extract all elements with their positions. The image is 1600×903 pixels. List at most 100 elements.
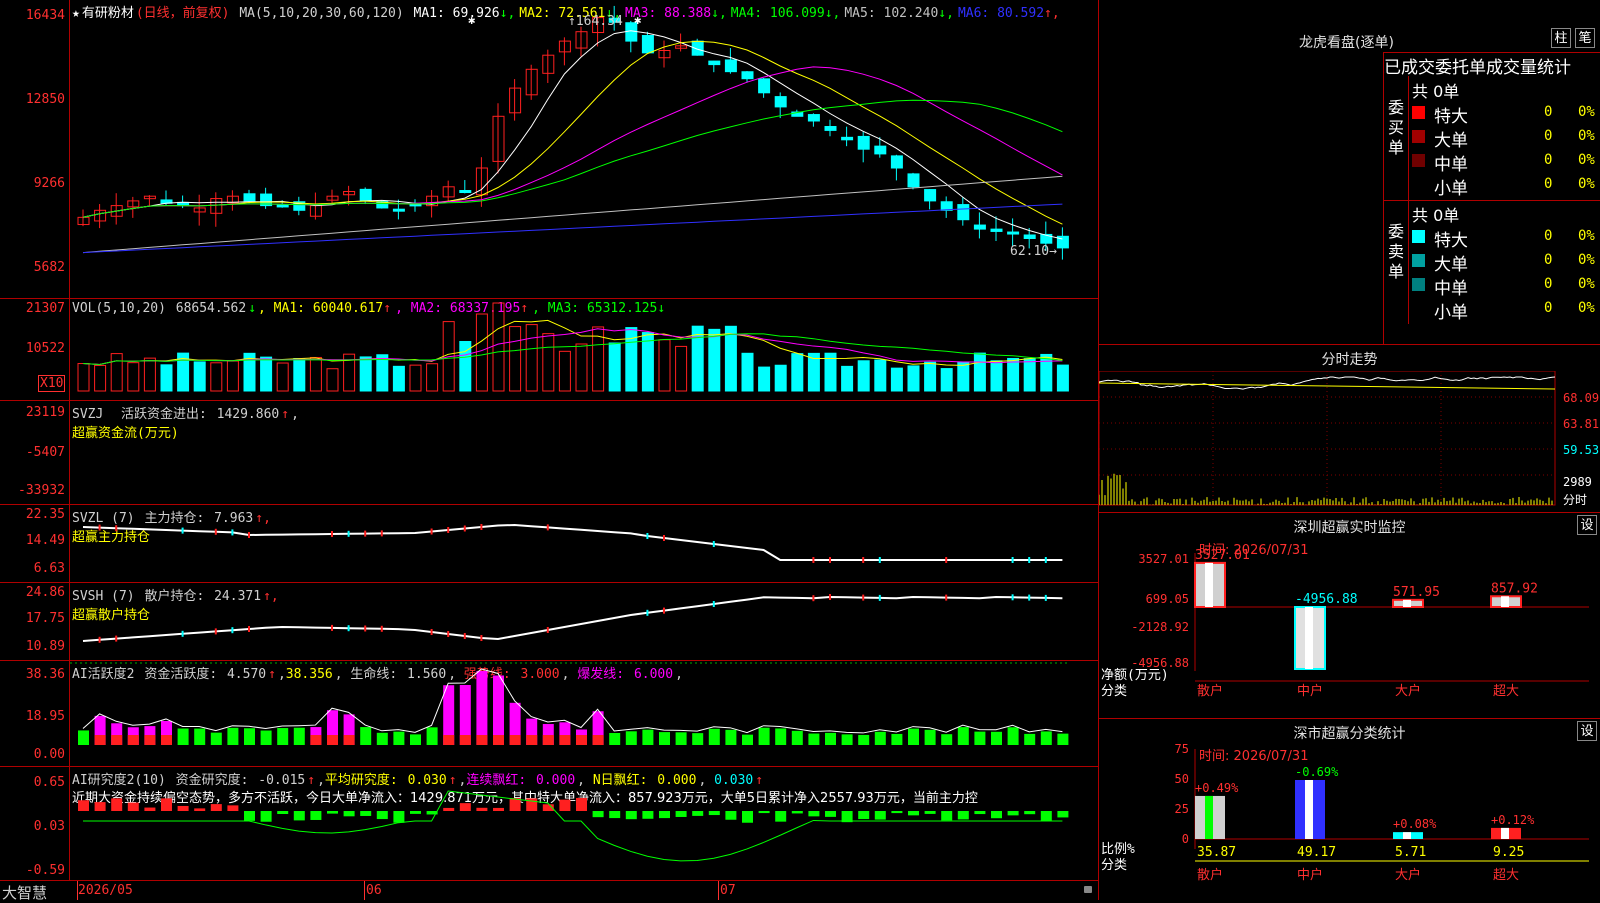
activity-base	[327, 735, 338, 745]
svsh-chart	[82, 594, 1063, 643]
ai-research-chart	[78, 790, 1069, 862]
activity-base	[310, 735, 322, 745]
flow-bar	[312, 445, 318, 451]
activity-bar	[991, 731, 1002, 745]
svzl-tick-label: 22.35	[25, 507, 65, 522]
flow-bar	[345, 445, 351, 448]
low-price-label: 62.10→	[1010, 244, 1057, 259]
candle	[558, 40, 571, 53]
svzj-chart	[80, 420, 1065, 491]
sell-color-swatch	[1412, 302, 1425, 315]
class-tick-label: 25	[1175, 802, 1189, 816]
flow-bar	[412, 445, 417, 454]
holding-tick	[546, 627, 549, 633]
candle	[359, 188, 372, 202]
activity-line	[82, 668, 1063, 734]
svzj-panel[interactable]: 23119 -5407 -33932 SVZJ 活跃资金进出: 1429.860…	[0, 400, 1098, 504]
lock-icon[interactable]	[1084, 886, 1092, 893]
volume-panel[interactable]: 21307 10522 X10 VOL(5,10,20) 68654.562 ↓,…	[0, 298, 1098, 400]
holding-tick	[862, 594, 865, 601]
research-bar	[874, 811, 886, 820]
holding-tick	[331, 624, 333, 631]
activity-base	[542, 735, 554, 745]
holding-tick	[546, 524, 549, 531]
holding-tick	[380, 625, 383, 632]
volume-ma-line	[82, 319, 1063, 366]
holding-line	[82, 523, 1063, 561]
holding-tick	[878, 594, 881, 601]
activity-bar	[841, 734, 853, 745]
flow-bar	[1042, 445, 1048, 448]
activity-bar	[775, 728, 787, 745]
sz-class-panel[interactable]: 深市超赢分类统计 设 时间: 2026/07/31 75 50 25 0 比例% 分类 +0…	[1098, 718, 1600, 900]
tick-mode-button[interactable]: 笔	[1575, 28, 1595, 48]
sell-color-swatch	[1412, 278, 1425, 291]
activity-bar	[376, 732, 388, 745]
activity-bar	[708, 728, 720, 745]
monitor-bar-highlight	[1501, 596, 1509, 607]
activity-bar	[924, 729, 936, 745]
activity-bar	[825, 732, 836, 745]
bar-mode-button[interactable]: 柱	[1551, 28, 1571, 48]
holding-tick	[463, 525, 466, 532]
volume-bar	[608, 342, 621, 392]
research-bar	[924, 811, 936, 814]
svzl-chart	[82, 523, 1063, 563]
svsh-panel[interactable]: 24.86 17.75 10.89 SVSH (7) 散户持仓: 24.371 ↑…	[0, 582, 1098, 660]
sell-row-qty: 0	[1544, 252, 1553, 268]
flow-bar	[744, 445, 749, 453]
research-bar	[410, 811, 421, 814]
svzl-panel[interactable]: 22.35 14.49 6.63 SVZL (7) 主力持仓: 7.963 ↑, 超…	[0, 504, 1098, 582]
volume-chart	[77, 302, 1069, 392]
sz-monitor-chart: 3527.01 699.05 -2128.92 -4956.88 净额(万元)分类 352…	[1101, 548, 1589, 699]
ma-line-5	[82, 175, 1063, 254]
research-bar	[194, 808, 206, 811]
research-bar	[144, 807, 156, 811]
kline-panel[interactable]: 16434 12850 9266 5682 ★ 有研粉材 (日线，前复权) MA(5…	[0, 0, 1098, 298]
flow-bar	[760, 445, 766, 447]
research-bar	[576, 797, 587, 811]
volume-bar	[127, 362, 140, 392]
monitor-value-label: 571.95	[1393, 585, 1440, 600]
activity-base	[559, 735, 571, 745]
class-category-label: 大户	[1395, 867, 1421, 883]
candle	[708, 60, 721, 66]
candle	[940, 201, 953, 211]
buy-row-qty: 0	[1544, 128, 1553, 144]
sz-monitor-panel[interactable]: 深圳超赢实时监控 设 时间: 2026/07/31 3527.01 699.05-…	[1098, 512, 1600, 718]
monitor-tick-label: 699.05	[1146, 592, 1189, 606]
research-bar	[360, 811, 372, 816]
activity-bar	[725, 729, 737, 745]
ai-research-panel[interactable]: 0.65 0.03 -0.59 AI研究度2(10) 资金研究度: -0.015…	[0, 766, 1098, 880]
flow-bar	[926, 445, 932, 456]
volume-axis: 21307 10522 X10	[0, 299, 70, 400]
flow-bar	[661, 441, 666, 445]
activity-bar	[78, 730, 89, 745]
marker-icon: ✱	[634, 13, 641, 27]
research-bar	[78, 800, 89, 811]
volume-bar	[758, 366, 771, 392]
activity-base	[576, 735, 587, 745]
holding-tick	[663, 535, 665, 541]
volume-ma-line	[82, 333, 1063, 365]
price-axis: 16434 12850 9266 5682	[0, 0, 70, 298]
research-bar	[675, 811, 687, 817]
volume-bar	[143, 357, 156, 392]
candle	[1023, 234, 1036, 240]
research-bar	[327, 811, 338, 814]
research-bar	[908, 811, 919, 816]
ma-line-6	[82, 203, 1063, 254]
minute-panel[interactable]: 分时走势 68.09 63.81 59.53 2989 分时	[1098, 344, 1600, 512]
research-bar	[493, 807, 504, 811]
research-bar	[476, 807, 488, 811]
volume-bar	[874, 359, 887, 392]
buy-row-pct: 0%	[1578, 104, 1595, 120]
holding-tick	[447, 631, 450, 637]
volume-bar	[326, 368, 339, 392]
minute-price-label: 68.09	[1563, 391, 1600, 405]
holding-tick	[98, 524, 101, 531]
buy-row-label: 小单	[1434, 179, 1468, 199]
ai-active-panel[interactable]: 38.36 18.95 0.00 AI活跃度2 资金活跃度: 4.570 ↑ ,38…	[0, 660, 1098, 766]
research-bar	[609, 811, 621, 819]
sell-row-label: 特大	[1434, 231, 1468, 251]
